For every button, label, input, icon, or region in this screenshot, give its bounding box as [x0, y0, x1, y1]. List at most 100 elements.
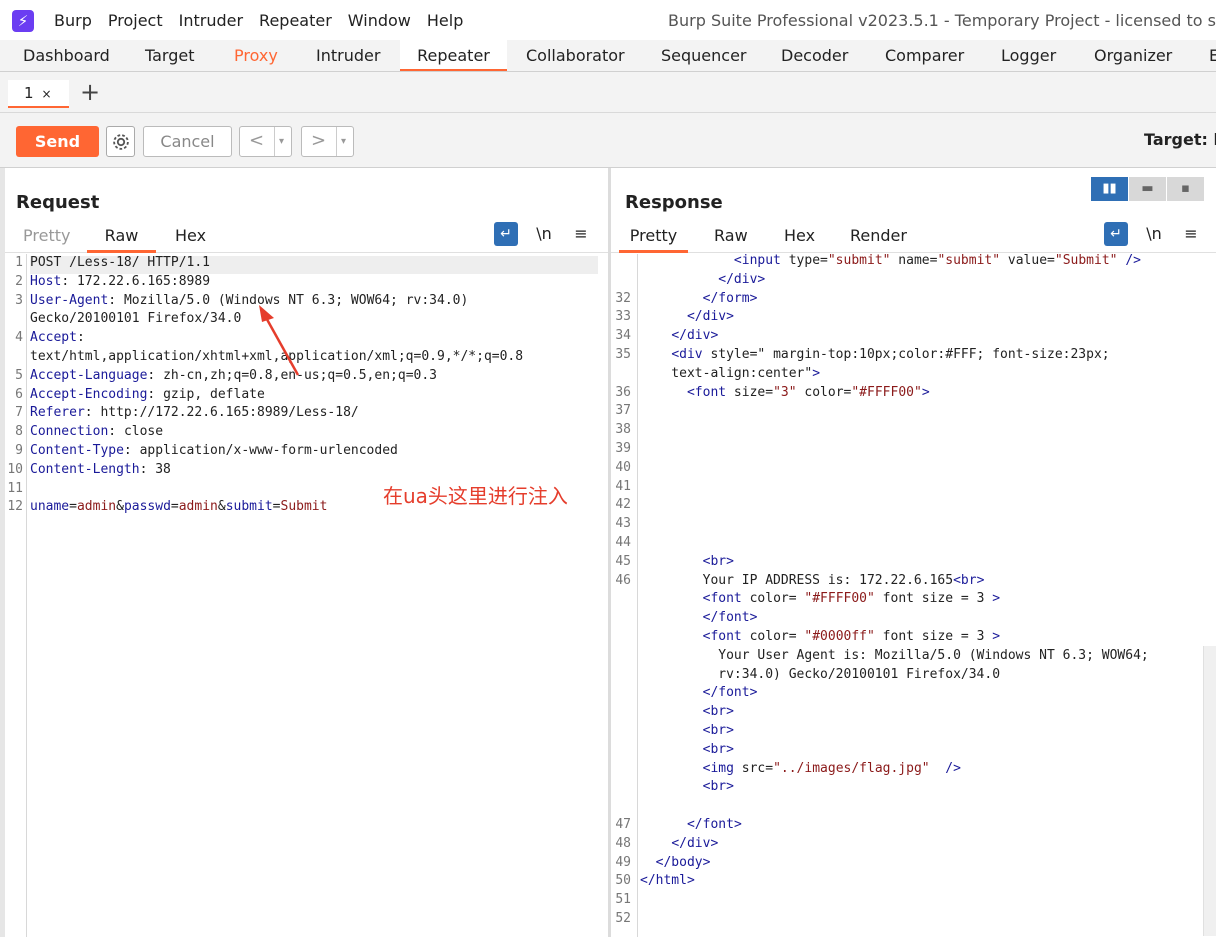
line-number	[611, 252, 631, 271]
send-button[interactable]: Send	[16, 126, 99, 157]
param-name: passwd	[123, 499, 171, 515]
code-line: </div>	[640, 835, 1149, 854]
close-icon[interactable]: ×	[42, 87, 52, 101]
line-number: 38	[615, 422, 631, 438]
code-text: type=	[780, 253, 828, 268]
chevron-right-icon: >	[311, 130, 327, 151]
html-tag: <div	[671, 346, 703, 362]
repeater-tabs: 1 × +	[0, 72, 1216, 113]
tab-target[interactable]: Target	[145, 40, 195, 71]
word-wrap-icon[interactable]: ↵	[494, 222, 518, 246]
line-number	[5, 348, 23, 367]
menu-repeater[interactable]: Repeater	[259, 11, 332, 30]
menu-icon[interactable]: ≡	[1179, 222, 1203, 246]
line-number: 11	[7, 480, 23, 496]
word-wrap-icon[interactable]: ↵	[1104, 222, 1128, 246]
html-tag: </div	[686, 309, 727, 325]
chevron-down-icon[interactable]: ▾	[336, 127, 346, 156]
tab-extensions[interactable]: E	[1209, 40, 1216, 71]
response-lines: <input type="submit" name="submit" value…	[640, 252, 1149, 910]
code-line: </div>	[640, 327, 1149, 346]
gutter-divider	[637, 254, 638, 937]
tab-decoder[interactable]: Decoder	[781, 40, 848, 71]
tab-raw[interactable]: Raw	[87, 224, 156, 253]
menu-project[interactable]: Project	[108, 11, 163, 30]
window-title: Burp Suite Professional v2023.5.1 - Temp…	[668, 11, 1216, 30]
tab-hex[interactable]: Hex	[784, 224, 815, 253]
gear-icon[interactable]	[106, 126, 135, 157]
html-tag: >	[726, 722, 734, 738]
tab-organizer[interactable]: Organizer	[1094, 40, 1172, 71]
tab-proxy[interactable]: Proxy	[234, 40, 278, 71]
menu-window[interactable]: Window	[348, 11, 411, 30]
code-text: rv:34.0) Gecko/20100101 Firefox/34.0	[640, 666, 1001, 682]
html-tag: >	[726, 779, 734, 795]
html-tag: <br	[953, 572, 977, 588]
add-tab-icon[interactable]: +	[80, 78, 100, 106]
newline-icon[interactable]: \n	[1142, 222, 1166, 246]
newline-icon[interactable]: \n	[532, 222, 556, 246]
html-tag: <br	[702, 741, 727, 757]
line-number: 9	[15, 442, 23, 458]
html-tag: >	[992, 628, 1001, 644]
response-scrollbar[interactable]	[1203, 646, 1216, 936]
menu-icon[interactable]: ≡	[569, 222, 593, 246]
tab-collaborator[interactable]: Collaborator	[526, 40, 625, 71]
back-button[interactable]: < ▾	[239, 126, 292, 157]
line-number	[611, 778, 631, 797]
tab-render[interactable]: Render	[850, 224, 907, 253]
line-number: 5	[15, 367, 23, 383]
header-value: Gecko/20100101 Firefox/34.0	[30, 311, 242, 327]
html-tag: >	[812, 365, 821, 381]
line-number: 2	[15, 273, 23, 289]
forward-button[interactable]: > ▾	[301, 126, 354, 157]
menu-help[interactable]: Help	[427, 11, 463, 30]
code-line: <input type="submit" name="submit" value…	[640, 252, 1149, 271]
code-line: Host: 172.22.6.165:8989	[30, 273, 523, 292]
html-tag: >	[749, 685, 758, 701]
request-title: Request	[16, 192, 100, 213]
tab-pretty[interactable]: Pretty	[23, 224, 70, 253]
separator: :	[147, 386, 164, 402]
code-line: </font>	[640, 684, 1149, 703]
response-editor[interactable]: 32 33 34 35 36 37 38 39 40 41 42 43 44 45 46 47 48 49 50 51…	[611, 252, 1201, 926]
line-number: 32	[615, 290, 631, 306]
html-tag: </div	[718, 271, 758, 287]
single-pane-icon[interactable]: ▪	[1167, 177, 1204, 201]
tab-logger[interactable]: Logger	[1001, 40, 1056, 71]
cancel-button[interactable]: Cancel	[143, 126, 232, 157]
menu-burp[interactable]: Burp	[54, 11, 92, 30]
html-tag: </form	[702, 290, 750, 306]
menu-intruder[interactable]: Intruder	[179, 11, 243, 30]
tab-raw[interactable]: Raw	[714, 224, 748, 253]
tab-dashboard[interactable]: Dashboard	[23, 40, 110, 71]
html-tag: >	[726, 553, 734, 569]
line-number: 33	[615, 309, 631, 325]
tab-hex[interactable]: Hex	[175, 224, 206, 253]
line-number	[611, 684, 631, 703]
line-number: 47	[615, 816, 631, 832]
separator: :	[84, 405, 101, 421]
repeater-tab-1[interactable]: 1 ×	[8, 80, 69, 108]
header-value: gzip, deflate	[163, 386, 265, 402]
tab-repeater[interactable]: Repeater	[400, 40, 507, 71]
target-label[interactable]: Target: h	[1144, 130, 1216, 149]
html-tag: >	[921, 384, 930, 400]
tab-sequencer[interactable]: Sequencer	[661, 40, 747, 71]
split-vertical-icon[interactable]: ▬	[1129, 177, 1166, 201]
tab-comparer[interactable]: Comparer	[885, 40, 964, 71]
attr-value: "Submit"	[1054, 253, 1118, 268]
tab-intruder[interactable]: Intruder	[316, 40, 380, 71]
separator: &	[217, 499, 226, 515]
chevron-down-icon[interactable]: ▾	[274, 127, 284, 156]
html-tag: >	[733, 816, 742, 832]
split-horizontal-icon[interactable]: ▮▮	[1091, 177, 1128, 201]
tab-pretty[interactable]: Pretty	[619, 224, 688, 253]
